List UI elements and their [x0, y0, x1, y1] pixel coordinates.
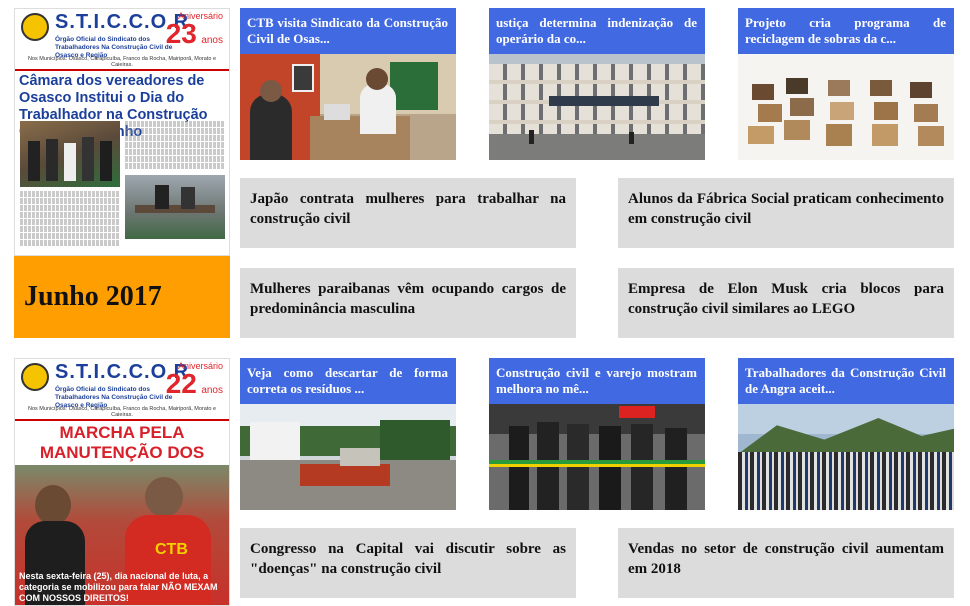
- masthead: S.T.I.C.C.O.R Aniversário 23 anos Órgão …: [15, 9, 229, 71]
- news-card-ctb-visit[interactable]: CTB visita Sindicato da Construção Civil…: [240, 8, 456, 160]
- union-logo: [21, 13, 49, 41]
- municipalities-line: Nos Municípios: Osasco, Carapicuíba, Fra…: [28, 56, 216, 68]
- court-building-photo[interactable]: [489, 54, 705, 160]
- masthead: S.T.I.C.C.O.R Aniversário 22 anos Órgão …: [15, 359, 229, 421]
- headline-congresso-doencas[interactable]: Congresso na Capital vai discutir sobre …: [240, 528, 576, 598]
- news-card-caption[interactable]: Construção civil e varejo mostram melhor…: [489, 358, 705, 404]
- headline-vendas-2018[interactable]: Vendas no setor de construção civil aume…: [618, 528, 954, 598]
- municipalities-line: Nos Municípios: Osasco, Carapicuíba, Fra…: [28, 406, 216, 418]
- cover-footer-text: Nesta sexta-feira (25), dia nacional de …: [19, 571, 218, 603]
- newspaper-cover-2017[interactable]: S.T.I.C.C.O.R Aniversário 23 anos Órgão …: [14, 8, 230, 256]
- cover-text-column-2: [20, 191, 120, 253]
- cover-photo-ceremony: [20, 121, 120, 187]
- news-card-caption[interactable]: CTB visita Sindicato da Construção Civil…: [240, 8, 456, 54]
- newspaper-cover-2016[interactable]: S.T.I.C.C.O.R Aniversário 22 anos Órgão …: [14, 358, 230, 606]
- news-card-caption[interactable]: Projeto cria programa de reciclagem de s…: [738, 8, 954, 54]
- recycled-blocks-photo[interactable]: [738, 54, 954, 160]
- news-card-angra[interactable]: Trabalhadores da Construção Civil de Ang…: [738, 358, 954, 510]
- news-card-caption[interactable]: Trabalhadores da Construção Civil de Ang…: [738, 358, 954, 404]
- news-card-court[interactable]: ustiça determina indenização de operário…: [489, 8, 705, 160]
- cover-text-column: [125, 121, 225, 173]
- headline-paraibanas[interactable]: Mulheres paraibanas vêm ocupando cargos …: [240, 268, 576, 338]
- news-card-caption[interactable]: Veja como descartar de forma correta os …: [240, 358, 456, 404]
- headline-japan-women[interactable]: Japão contrata mulheres para trabalhar n…: [240, 178, 576, 248]
- cover-photo-march: CTB Nesta sexta-feira (25), dia nacional…: [15, 465, 229, 605]
- headline-fabrica-social[interactable]: Alunos da Fábrica Social praticam conhec…: [618, 178, 954, 248]
- office-meeting-photo[interactable]: [240, 54, 456, 160]
- ribbon-cutting-photo[interactable]: [489, 404, 705, 510]
- news-card-waste[interactable]: Veja como descartar de forma correta os …: [240, 358, 456, 510]
- news-card-caption[interactable]: ustiça determina indenização de operário…: [489, 8, 705, 54]
- shirt-text: CTB: [155, 541, 188, 558]
- union-logo: [21, 363, 49, 391]
- headline-elon-musk-blocks[interactable]: Empresa de Elon Musk cria blocos para co…: [618, 268, 954, 338]
- month-label: Junho 2017: [14, 256, 230, 338]
- workers-assembly-photo[interactable]: [738, 404, 954, 510]
- cover-photo-session: [125, 175, 225, 239]
- news-card-retail[interactable]: Construção civil e varejo mostram melhor…: [489, 358, 705, 510]
- news-card-recycling[interactable]: Projeto cria programa de reciclagem de s…: [738, 8, 954, 160]
- waste-site-photo[interactable]: [240, 404, 456, 510]
